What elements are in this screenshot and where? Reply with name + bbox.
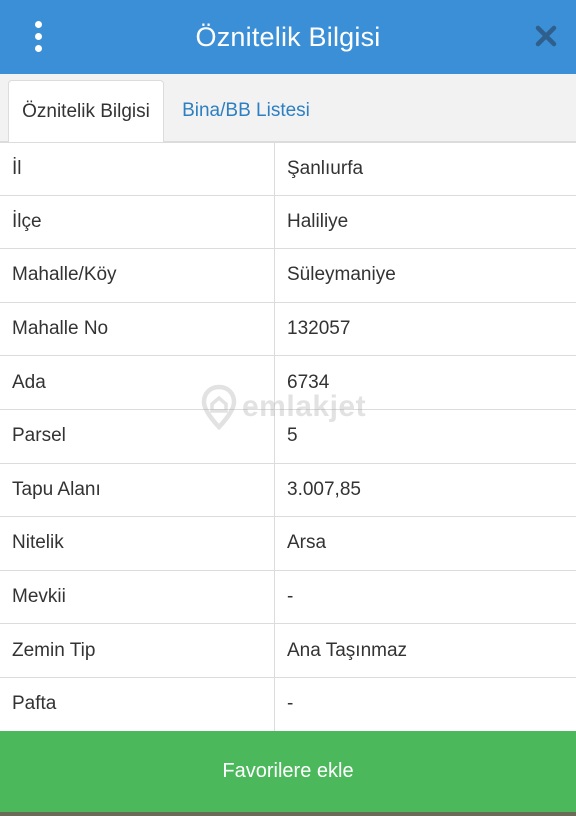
table-row: Tapu Alanı 3.007,85 bbox=[0, 463, 576, 518]
table-row: Zemin Tip Ana Taşınmaz bbox=[0, 624, 576, 678]
table-row: İlçe Haliliye bbox=[0, 195, 576, 250]
tab-label: Bina/BB Listesi bbox=[182, 100, 310, 121]
row-value: 6734 bbox=[287, 371, 330, 393]
table-row: Nitelik Arsa bbox=[0, 517, 576, 571]
row-value: Ana Taşınmaz bbox=[287, 639, 408, 661]
row-label: Tapu Alanı bbox=[0, 463, 275, 517]
kebab-menu-icon-dot bbox=[34, 32, 42, 40]
tab-oznitelik-bilgisi[interactable]: Öznitelik Bilgisi bbox=[8, 80, 164, 143]
row-value: - bbox=[287, 693, 294, 715]
row-label: İlçe bbox=[0, 195, 275, 249]
row-label: Pafta bbox=[0, 677, 275, 731]
close-icon bbox=[535, 25, 557, 47]
kebab-menu-icon-dot bbox=[34, 44, 42, 52]
table-row: Ada 6734 bbox=[0, 356, 576, 410]
row-label: Mevkii bbox=[0, 570, 275, 624]
table-row: Mevkii - bbox=[0, 570, 576, 625]
table-row: Pafta - bbox=[0, 677, 576, 732]
row-label: Nitelik bbox=[0, 517, 275, 570]
table-row: Mahalle/Köy Süleymaniye bbox=[0, 249, 576, 303]
row-value: 132057 bbox=[287, 318, 351, 340]
row-label: İl bbox=[0, 143, 275, 195]
row-value: Şanlıurfa bbox=[287, 157, 364, 179]
row-label: Mahalle/Köy bbox=[0, 249, 275, 302]
row-label: Mahalle No bbox=[0, 302, 275, 356]
background-strip bbox=[0, 812, 576, 816]
add-to-favorites-label: Favorilere ekle bbox=[222, 760, 354, 782]
table-row: Parsel 5 bbox=[0, 409, 576, 464]
table-row: Mahalle No 132057 bbox=[0, 302, 576, 357]
row-value: 5 bbox=[287, 425, 298, 447]
row-label: Ada bbox=[0, 356, 275, 409]
row-value: Arsa bbox=[287, 532, 327, 554]
row-value: - bbox=[287, 586, 294, 608]
row-value: Süleymaniye bbox=[287, 264, 396, 286]
row-value: Haliliye bbox=[287, 210, 349, 232]
dialog-header: Öznitelik Bilgisi bbox=[0, 0, 576, 74]
row-label: Parsel bbox=[0, 409, 275, 463]
attribute-table: İl Şanlıurfa İlçe Haliliye Mahalle/Köy S… bbox=[0, 142, 576, 732]
row-value: 3.007,85 bbox=[287, 478, 361, 500]
tab-label: Öznitelik Bilgisi bbox=[22, 100, 150, 122]
tab-bar: Öznitelik Bilgisi Bina/BB Listesi bbox=[0, 74, 576, 143]
dialog-title: Öznitelik Bilgisi bbox=[195, 21, 381, 52]
tab-bina-bb-listesi[interactable]: Bina/BB Listesi bbox=[170, 80, 322, 142]
kebab-menu-icon-dot bbox=[34, 20, 42, 28]
more-options-button[interactable] bbox=[24, 18, 52, 54]
row-label: Zemin Tip bbox=[0, 624, 275, 677]
table-row: İl Şanlıurfa bbox=[0, 142, 576, 196]
add-to-favorites-button[interactable]: Favorilere ekle bbox=[0, 731, 576, 812]
close-button[interactable] bbox=[526, 16, 566, 56]
